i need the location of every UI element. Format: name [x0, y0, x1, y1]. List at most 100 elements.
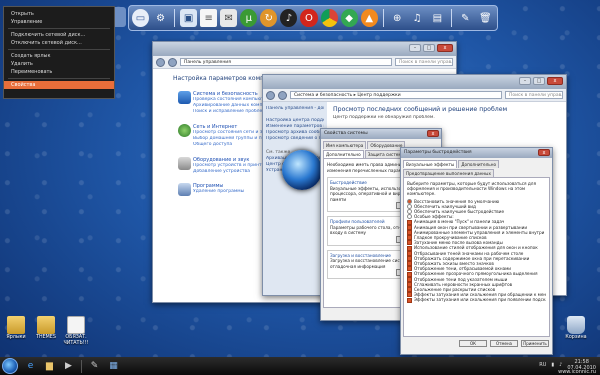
- address-bar: Панель управления Поиск в панели управле…: [153, 56, 456, 69]
- tab-strip: Визуальные эффекты Дополнительно Предотв…: [401, 158, 552, 177]
- volume-icon[interactable]: ♪: [559, 362, 562, 368]
- folder-icon: [37, 316, 55, 334]
- close-button[interactable]: x: [547, 77, 563, 85]
- menu-item-properties[interactable]: Свойства: [4, 81, 114, 89]
- internet-explorer-icon[interactable]: e: [24, 360, 37, 373]
- sidebar-link[interactable]: Просмотр сведений о производительности: [266, 136, 324, 142]
- search-input[interactable]: Поиск в панели управления: [395, 58, 453, 66]
- address-bar: Система и безопасность ▸ Центр поддержки…: [263, 89, 566, 102]
- back-button[interactable]: [266, 90, 275, 100]
- menu-item-create-shortcut[interactable]: Создать ярлык: [4, 52, 114, 60]
- minimize-button[interactable]: –: [519, 77, 531, 85]
- dialog-title-bar[interactable]: Свойства системы x: [321, 129, 441, 139]
- close-button[interactable]: x: [427, 130, 439, 137]
- tab-computer-name[interactable]: Имя компьютера: [323, 141, 367, 149]
- dock-separator: [450, 9, 452, 27]
- category-hardware-sound: Оборудование и звук Просмотр устройств и…: [178, 157, 273, 175]
- opera-icon[interactable]: O: [300, 9, 318, 27]
- cancel-button[interactable]: Отмена: [490, 340, 518, 347]
- desktop-icon-shortcuts[interactable]: Ярлыки: [2, 316, 30, 341]
- close-button[interactable]: x: [437, 44, 453, 52]
- title-bar[interactable]: – □ x: [153, 42, 456, 56]
- media-player-icon[interactable]: ▶: [62, 360, 75, 373]
- chrome-icon[interactable]: [320, 9, 338, 27]
- intro-text: Выберите параметры, которые будут исполь…: [407, 181, 537, 197]
- note-icon[interactable]: ♫: [409, 9, 426, 27]
- desktop-icon-label: ОБЯЗАТ. ЧИТАТЬ!!!: [63, 335, 89, 346]
- dialog-title: Параметры быстродействия: [404, 150, 472, 155]
- desktop-icon-label: Корзина: [565, 335, 587, 340]
- tab-panel: Выберите параметры, которые будут исполь…: [403, 177, 550, 337]
- category-link[interactable]: Поиск и исправление проблем: [193, 109, 273, 115]
- vlc-icon[interactable]: ▲: [360, 9, 378, 27]
- menu-item-disconnect-drive[interactable]: Отключить сетевой диск...: [4, 39, 114, 47]
- category-programs: Программы Удаление программы: [178, 183, 273, 196]
- minimize-button[interactable]: –: [409, 44, 421, 52]
- globe-icon[interactable]: ⊕: [389, 9, 406, 27]
- back-button[interactable]: [156, 57, 165, 67]
- folder-icon[interactable]: ▆: [43, 360, 56, 373]
- desktop-icon-label: THEMES: [36, 335, 56, 340]
- gear-icon[interactable]: ⚙: [152, 9, 169, 27]
- tools-icon[interactable]: ✎: [457, 9, 474, 27]
- menu-item-delete[interactable]: Удалить: [4, 60, 114, 68]
- desktop-icon-readme[interactable]: ОБЯЗАТ. ЧИТАТЬ!!!: [62, 316, 90, 346]
- page-title: Просмотр последних сообщений и решение п…: [333, 106, 508, 113]
- desktop-icon-themes[interactable]: THEMES: [32, 316, 60, 341]
- category-link[interactable]: Удаление программы: [193, 189, 273, 195]
- dialog-title-bar[interactable]: Параметры быстродействия x: [401, 148, 552, 158]
- tab-advanced[interactable]: Дополнительно: [323, 150, 364, 158]
- category-link[interactable]: Общего доступа: [193, 142, 273, 148]
- category-system-security: Система и безопасность Проверка состояни…: [178, 91, 273, 115]
- dock-separator: [174, 9, 176, 27]
- music-icon[interactable]: ♪: [280, 9, 298, 27]
- performance-options-dialog: Параметры быстродействия x Визуальные эф…: [400, 147, 553, 355]
- network-icon[interactable]: ▮: [551, 362, 554, 368]
- forward-button[interactable]: [168, 57, 177, 67]
- sync-icon[interactable]: ↻: [260, 9, 278, 27]
- category-link[interactable]: Добавление устройства: [193, 169, 273, 175]
- tab-advanced[interactable]: Дополнительно: [458, 160, 500, 168]
- title-bar[interactable]: – □ x: [263, 75, 566, 89]
- dock: ▭ ⚙ ▣ ≡ ✉ μ ↻ ♪ O ◆ ▲ ⊕ ♫ ▤ ✎ 🗑: [128, 5, 498, 31]
- menu-item-manage[interactable]: Управление: [4, 18, 114, 26]
- document-icon[interactable]: ≡: [200, 9, 218, 27]
- utorrent-icon[interactable]: μ: [240, 9, 258, 27]
- computer-icon[interactable]: ▭: [132, 9, 150, 27]
- forward-button[interactable]: [278, 90, 287, 100]
- tab-dep[interactable]: Предотвращение выполнения данных: [403, 169, 494, 177]
- menu-item-open[interactable]: Открыть: [4, 10, 114, 18]
- checkbox-option[interactable]: Эффекты затухания или скольжения при поя…: [407, 297, 546, 303]
- menu-item-map-drive[interactable]: Подключить сетевой диск...: [4, 31, 114, 39]
- context-menu: Открыть Управление Подключить сетевой ди…: [3, 6, 115, 99]
- ok-button[interactable]: ОК: [459, 340, 487, 347]
- tools-icon[interactable]: ✎: [88, 360, 101, 373]
- checkbox[interactable]: [407, 297, 412, 303]
- language-indicator[interactable]: RU: [539, 362, 546, 368]
- globe-icon: [178, 124, 191, 137]
- photos-icon[interactable]: ▣: [180, 9, 198, 27]
- menu-separator: [8, 49, 110, 50]
- maximize-button[interactable]: □: [423, 44, 435, 52]
- search-input[interactable]: Поиск в панели управления: [505, 91, 563, 99]
- close-button[interactable]: x: [538, 149, 550, 156]
- dialog-footer: ОК Отмена Применить: [404, 340, 549, 347]
- start-button[interactable]: [2, 358, 18, 374]
- maximize-button[interactable]: □: [533, 77, 545, 85]
- apps-icon[interactable]: ◆: [340, 9, 358, 27]
- address-field[interactable]: Панель управления: [180, 58, 392, 66]
- media-icon[interactable]: ▤: [429, 9, 446, 27]
- menu-separator: [8, 28, 110, 29]
- mail-icon[interactable]: ✉: [220, 9, 238, 27]
- apply-button[interactable]: Применить: [521, 340, 549, 347]
- menu-item-rename[interactable]: Переименовать: [4, 68, 114, 76]
- desktop-icon-recycle-bin[interactable]: Корзина: [562, 316, 590, 341]
- control-panel-icon[interactable]: ▦: [107, 360, 120, 373]
- trash-icon[interactable]: 🗑: [477, 9, 494, 27]
- tab-visual-effects[interactable]: Визуальные эффекты: [403, 160, 458, 168]
- programs-icon: [178, 183, 191, 196]
- radio-button[interactable]: [407, 198, 412, 204]
- address-field[interactable]: Система и безопасность ▸ Центр поддержки: [290, 91, 502, 99]
- sidebar-link[interactable]: Панель управления - домашняя страница: [266, 106, 324, 112]
- desktop-icon-label: Ярлыки: [6, 335, 26, 340]
